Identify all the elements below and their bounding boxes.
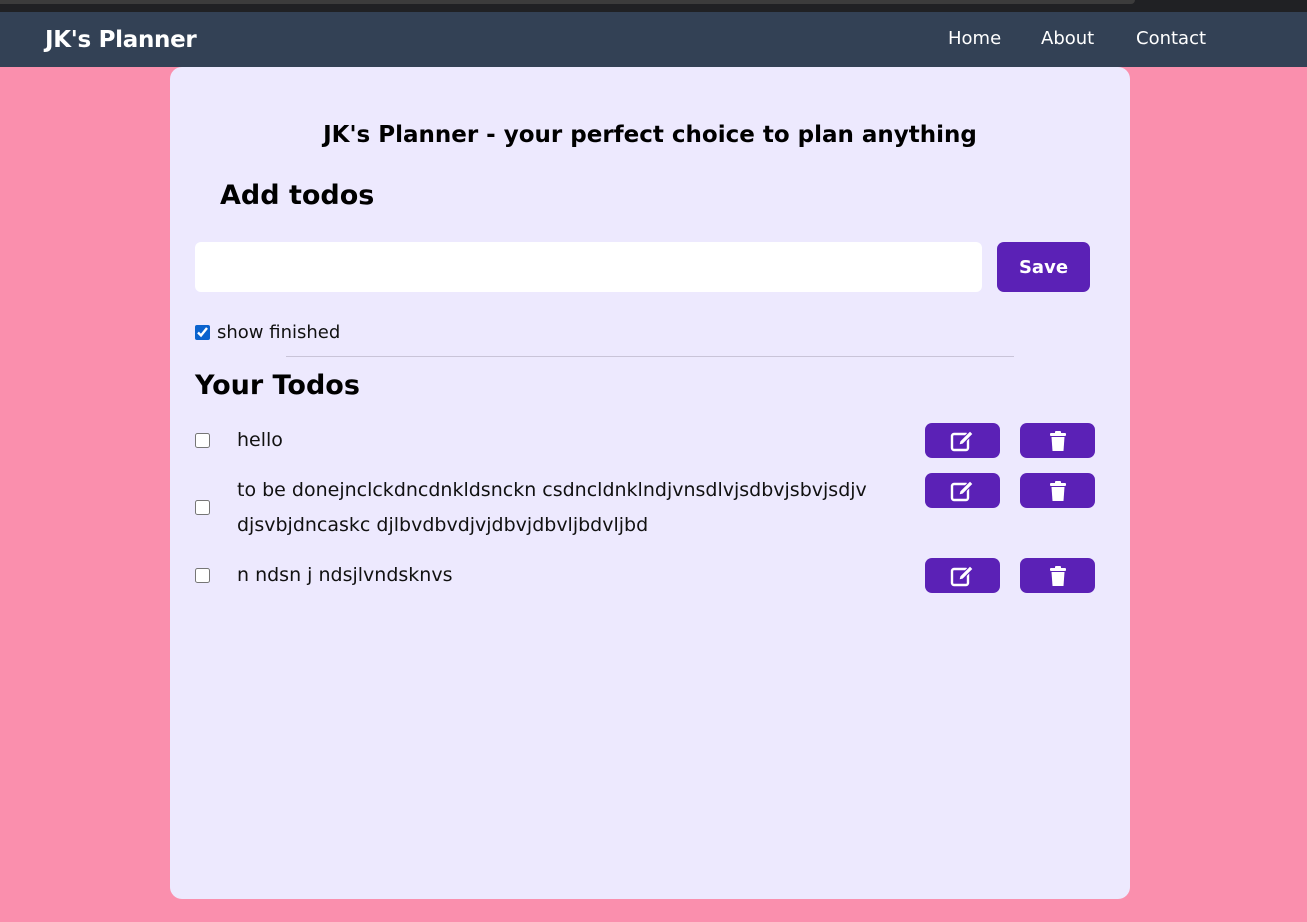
todo-input[interactable] <box>195 242 982 292</box>
todo-done-checkbox[interactable] <box>195 568 210 583</box>
brand-logo-text[interactable]: JK's Planner <box>45 27 197 53</box>
nav-link-contact[interactable]: Contact <box>1136 28 1206 49</box>
browser-top-strip <box>0 0 1307 12</box>
page-headline: JK's Planner - your perfect choice to pl… <box>323 122 977 148</box>
your-todos-heading: Your Todos <box>195 370 360 401</box>
delete-todo-button[interactable] <box>1020 423 1095 458</box>
show-finished-label: show finished <box>217 321 341 343</box>
edit-todo-button[interactable] <box>925 558 1000 593</box>
delete-todo-button[interactable] <box>1020 473 1095 508</box>
show-finished-toggle[interactable]: show finished <box>195 321 340 343</box>
todo-done-checkbox[interactable] <box>195 433 210 448</box>
nav-link-home[interactable]: Home <box>948 28 1001 49</box>
edit-todo-button[interactable] <box>925 423 1000 458</box>
show-finished-checkbox[interactable] <box>195 324 210 340</box>
trash-icon <box>1049 430 1066 451</box>
edit-icon <box>950 564 974 586</box>
delete-todo-button[interactable] <box>1020 558 1095 593</box>
add-todos-heading: Add todos <box>220 180 375 211</box>
todo-item: hello <box>170 423 1130 458</box>
todo-item: n ndsn j ndsjlvndsknvs <box>170 558 1130 593</box>
todo-done-checkbox[interactable] <box>195 500 210 515</box>
edit-icon <box>950 479 974 501</box>
browser-tab-edge <box>0 0 1135 4</box>
navbar: JK's Planner Home About Contact <box>0 12 1307 67</box>
nav-link-about[interactable]: About <box>1041 28 1094 49</box>
todo-text: n ndsn j ndsjlvndsknvs <box>237 564 453 586</box>
divider <box>286 356 1014 357</box>
todo-text: to be donejnclckdncdnkldsnckn csdncldnkl… <box>237 479 867 536</box>
edit-icon <box>950 429 974 451</box>
edit-todo-button[interactable] <box>925 473 1000 508</box>
todo-item: to be donejnclckdncdnkldsnckn csdncldnkl… <box>170 473 1130 545</box>
main-card: JK's Planner - your perfect choice to pl… <box>170 67 1130 899</box>
save-button[interactable]: Save <box>997 242 1090 292</box>
todo-text: hello <box>237 429 283 451</box>
trash-icon <box>1049 480 1066 501</box>
trash-icon <box>1049 565 1066 586</box>
